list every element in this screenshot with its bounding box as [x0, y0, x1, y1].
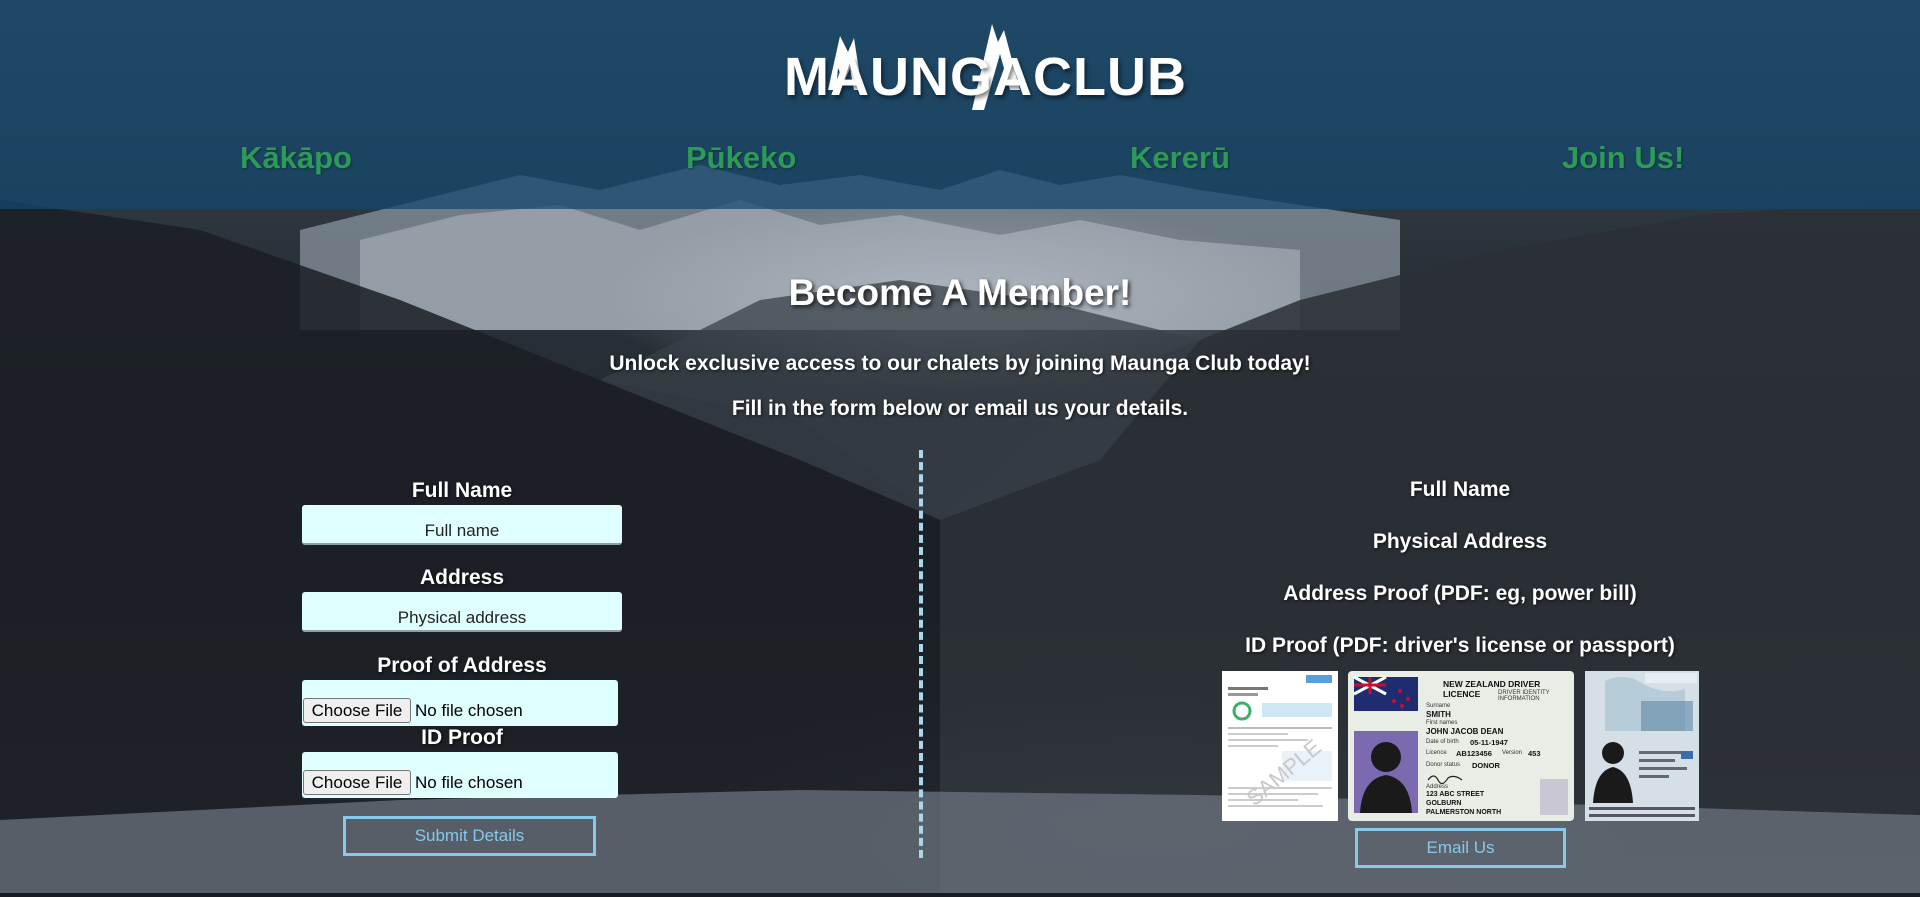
nav-link-kereru[interactable]: Kererū	[1130, 140, 1230, 176]
licence-number-label: Licence	[1426, 750, 1447, 756]
submit-details-button[interactable]: Submit Details	[343, 816, 596, 856]
licence-address-line: 123 ABC STREET	[1426, 791, 1485, 798]
licence-first-names: JOHN JACOB DEAN	[1426, 727, 1504, 736]
licence-dob-label: Date of birth	[1426, 739, 1459, 745]
choose-file-button[interactable]: Choose File	[303, 698, 411, 723]
section-divider	[919, 450, 923, 858]
footer-edge	[0, 893, 1920, 897]
choose-file-button[interactable]: Choose File	[303, 770, 411, 795]
full-name-label: Full Name	[411, 479, 513, 502]
licence-subtitle: DRIVER IDENTITY INFORMATION	[1498, 690, 1550, 702]
sample-driver-licence-image: NEW ZEALAND DRIVER LICENCE DRIVER IDENTI…	[1348, 671, 1574, 821]
licence-version: 453	[1528, 749, 1541, 758]
licence-address-line: PALMERSTON NORTH	[1426, 809, 1502, 816]
sample-passport-image	[1585, 671, 1699, 821]
licence-first-names-label: First names	[1426, 720, 1458, 726]
licence-surname-label: Surname	[1426, 703, 1451, 709]
licence-dob: 05-11-1947	[1470, 738, 1508, 747]
email-item-address-proof: Address Proof (PDF: eg, power bill)	[1283, 582, 1637, 605]
page-title: Become A Member!	[788, 272, 1132, 313]
site-header: MAUNGACLUB Kākāpo Pūkeko Kererū Join Us!	[0, 0, 1920, 209]
maunga-club-logo[interactable]: MAUNGACLUB	[784, 18, 1187, 118]
address-input[interactable]	[302, 592, 622, 632]
nav-link-kakapo[interactable]: Kākāpo	[240, 140, 352, 176]
id-proof-label: ID Proof	[421, 726, 503, 749]
address-label: Address	[419, 566, 505, 589]
licence-signature	[1427, 775, 1463, 784]
licence-donor: DONOR	[1472, 761, 1500, 770]
licence-surname: SMITH	[1426, 710, 1451, 719]
email-item-id-proof: ID Proof (PDF: driver's license or passp…	[1245, 634, 1675, 657]
proof-of-address-file-input[interactable]: Choose File No file chosen	[302, 680, 618, 726]
email-item-physical-address: Physical Address	[1372, 530, 1548, 553]
logo-text: MAUNGACLUB	[784, 47, 1187, 107]
intro-text: Unlock exclusive access to our chalets b…	[609, 352, 1311, 375]
email-item-full-name: Full Name	[1409, 478, 1511, 501]
id-proof-file-input[interactable]: Choose File No file chosen	[302, 752, 618, 798]
file-status: No file chosen	[415, 773, 523, 792]
licence-address-line: GOLBURN	[1426, 800, 1462, 807]
nav-link-join-us[interactable]: Join Us!	[1562, 140, 1684, 176]
licence-number: AB123456	[1456, 749, 1492, 758]
email-us-button[interactable]: Email Us	[1355, 828, 1566, 868]
file-status: No file chosen	[415, 701, 523, 720]
nav-link-pukeko[interactable]: Pūkeko	[686, 140, 796, 176]
licence-version-label: Version	[1502, 750, 1523, 756]
intro-instructions: Fill in the form below or email us your …	[731, 397, 1189, 420]
full-name-input[interactable]	[302, 505, 622, 545]
licence-donor-label: Donor status	[1426, 762, 1461, 768]
licence-address-label: Address	[1426, 784, 1449, 790]
sample-power-bill-image: SAMPLE	[1222, 671, 1338, 821]
proof-of-address-label: Proof of Address	[377, 654, 547, 677]
